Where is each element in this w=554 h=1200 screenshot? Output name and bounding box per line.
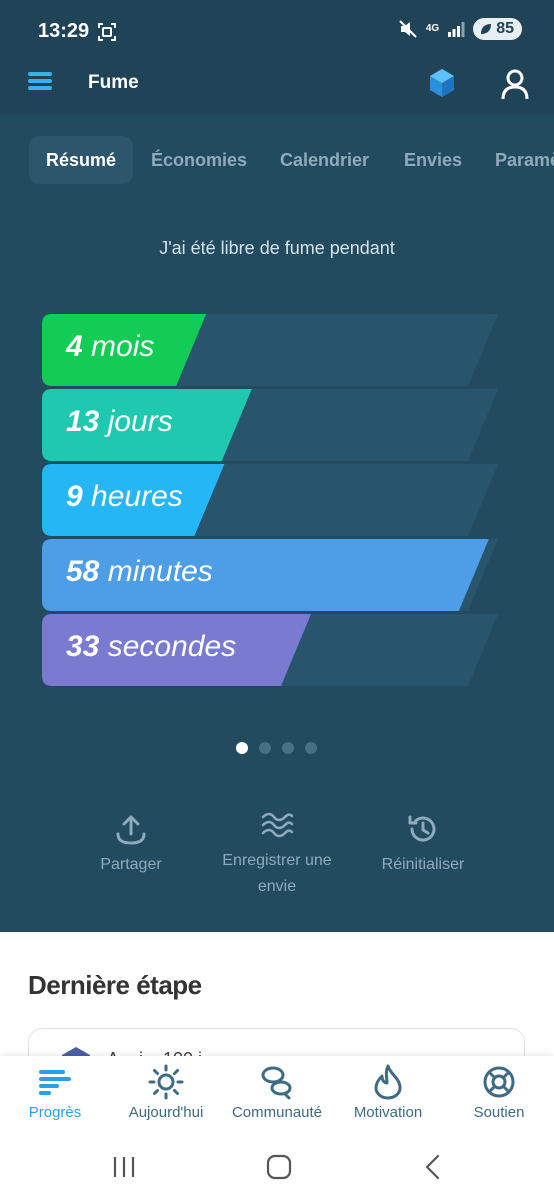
duration-label-minutes: 58 minutes <box>66 555 213 589</box>
profile-icon[interactable] <box>500 68 530 100</box>
menu-button[interactable] <box>28 72 52 94</box>
status-time: 13:29 <box>38 20 90 42</box>
nav-soutien[interactable]: Soutien <box>444 1064 554 1121</box>
tab-resume[interactable]: Résumé <box>29 136 134 184</box>
progress-icon <box>39 1070 71 1095</box>
duration-label-mois: 4 mois <box>66 330 154 364</box>
battery-indicator: 85 <box>473 18 522 40</box>
mute-icon <box>399 20 417 38</box>
recent-apps-icon[interactable] <box>110 1152 140 1182</box>
nav-communaute-label: Communauté <box>231 1104 323 1121</box>
page-indicator <box>236 742 317 754</box>
share-button[interactable]: Partager <box>61 812 201 878</box>
system-nav-bar <box>0 1140 554 1200</box>
duration-label-jours: 13 jours <box>66 405 173 439</box>
tab-calendrier[interactable]: Calendrier <box>280 136 369 184</box>
home-icon[interactable] <box>264 1152 294 1182</box>
reset-label: Réinitialiser <box>381 856 465 873</box>
nav-progres[interactable]: Progrès <box>0 1064 110 1121</box>
page-dot[interactable] <box>282 742 294 754</box>
duration-value: 4 <box>66 330 83 363</box>
duration-unit: minutes <box>99 555 213 588</box>
network-type: 4G <box>425 23 440 34</box>
duration-unit: jours <box>99 405 173 438</box>
duration-unit: heures <box>82 480 183 513</box>
app-title: Fume <box>88 72 139 93</box>
battery-level: 85 <box>496 20 514 37</box>
tab-parametres[interactable]: Paramè <box>495 136 554 184</box>
nav-soutien-label: Soutien <box>473 1104 525 1121</box>
duration-value: 33 <box>66 630 100 663</box>
record-craving-button[interactable]: Enregistrer une envie <box>207 808 347 900</box>
nav-communaute[interactable]: Communauté <box>222 1064 332 1121</box>
page-dot[interactable] <box>259 742 271 754</box>
status-bar: 13:29 4G 85 <box>0 0 554 64</box>
tab-economies[interactable]: Économies <box>151 136 247 184</box>
signal-icon <box>448 22 465 37</box>
nav-motivation-label: Motivation <box>353 1104 423 1121</box>
nav-aujourdhui-label: Aujourd'hui <box>128 1104 204 1121</box>
page-dot[interactable] <box>236 742 248 754</box>
page-dot[interactable] <box>305 742 317 754</box>
share-label: Partager <box>100 856 162 873</box>
chat-bubbles-icon <box>261 1066 292 1100</box>
duration-value: 9 <box>66 480 83 513</box>
flame-icon <box>374 1064 402 1100</box>
tab-bar: Résumé Économies Calendrier Envies Param… <box>0 136 554 184</box>
sun-icon <box>148 1064 184 1100</box>
battery-saver-icon <box>481 24 492 34</box>
back-icon[interactable] <box>418 1152 448 1182</box>
summary-subtitle: J'ai été libre de fume pendant <box>159 238 395 258</box>
gem-icon[interactable] <box>428 68 456 98</box>
share-icon <box>116 815 146 845</box>
nav-aujourdhui[interactable]: Aujourd'hui <box>111 1064 221 1121</box>
tab-envies[interactable]: Envies <box>404 136 462 184</box>
lifebuoy-icon <box>483 1066 515 1098</box>
duration-unit: mois <box>82 330 155 363</box>
bottom-nav: Progrès Aujourd'hui Communauté Motivatio… <box>0 1056 554 1140</box>
duration-label-secondes: 33 secondes <box>66 630 236 664</box>
last-step-title: Dernière étape <box>28 970 202 1000</box>
duration-label-heures: 9 heures <box>66 480 183 514</box>
history-icon <box>408 815 436 842</box>
nav-motivation[interactable]: Motivation <box>333 1064 443 1121</box>
app-bar: Fume <box>0 64 554 104</box>
duration-value: 58 <box>66 555 100 588</box>
reset-button[interactable]: Réinitialiser <box>353 812 493 878</box>
duration-value: 13 <box>66 405 100 438</box>
record-craving-label: Enregistrer une envie <box>222 852 332 895</box>
screenshot-icon <box>98 23 116 41</box>
duration-unit: secondes <box>99 630 237 663</box>
nav-progres-label: Progrès <box>28 1104 82 1121</box>
waves-icon <box>261 812 294 838</box>
